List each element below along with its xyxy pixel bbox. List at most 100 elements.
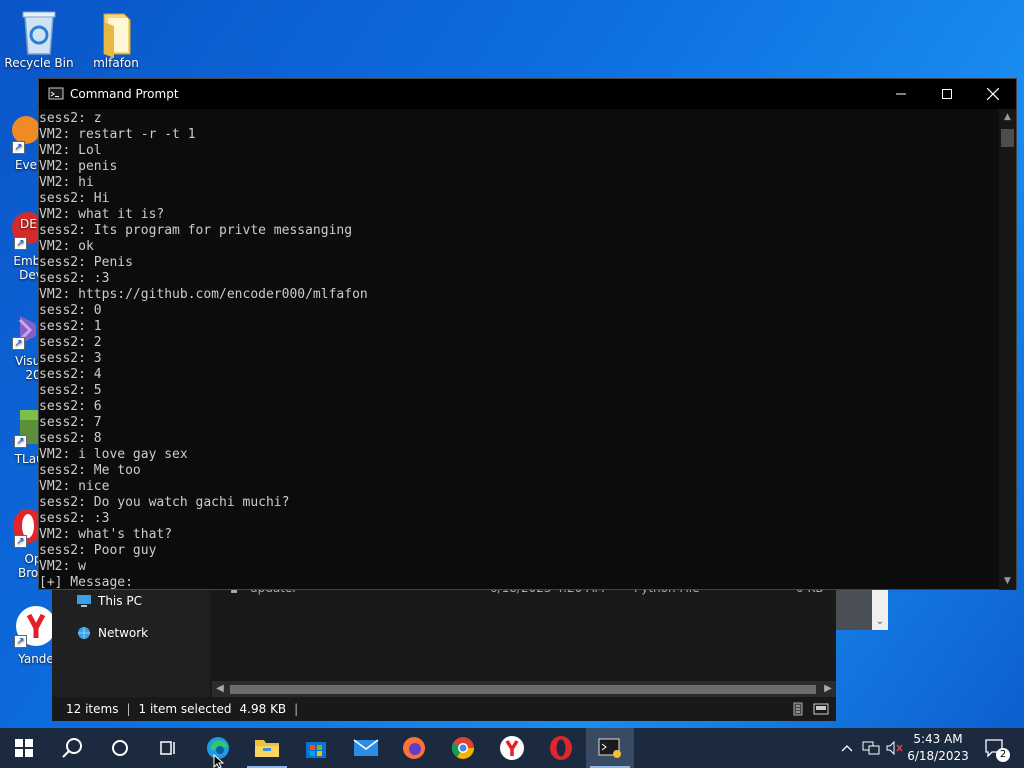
taskbar-store[interactable] xyxy=(292,728,340,768)
nav-item-this-pc[interactable]: This PC xyxy=(76,591,142,611)
status-size: 4.98 KB xyxy=(239,702,287,716)
console-line: VM2: ok xyxy=(39,239,94,254)
shortcut-arrow-icon: ↗ xyxy=(12,337,25,350)
background-window-fragment: ⌄ xyxy=(836,588,888,630)
console-line: VM2: https://github.com/encoder000/mlfaf… xyxy=(39,287,368,302)
opera-browser-icon: ↗ xyxy=(0,504,43,548)
chrome-icon xyxy=(451,737,474,759)
console-line: VM2: restart -r -t 1 xyxy=(39,127,196,142)
cortana-icon xyxy=(112,740,128,756)
taskbar-opera[interactable] xyxy=(537,728,585,768)
taskbar-mail[interactable] xyxy=(342,728,390,768)
volume-muted-icon xyxy=(886,741,903,755)
chevron-up-icon xyxy=(841,745,853,752)
scroll-thumb[interactable] xyxy=(230,685,816,694)
minimize-icon xyxy=(896,93,906,95)
clock-time: 5:43 AM xyxy=(913,732,963,746)
console-line: sess2: 4 xyxy=(39,367,102,382)
scroll-left-icon[interactable]: ◀ xyxy=(212,681,228,697)
search-button[interactable] xyxy=(48,728,96,768)
command-prompt-icon xyxy=(48,86,64,102)
microsoft-store-icon xyxy=(306,742,326,758)
windows-logo-icon xyxy=(15,739,33,757)
file-explorer-window: This PC Network ▪ updater 6/18/2023 4:20… xyxy=(52,581,836,721)
action-center-button[interactable]: 2 xyxy=(980,728,1010,768)
folder-icon xyxy=(94,8,138,58)
taskbar-firefox[interactable] xyxy=(390,728,438,768)
mouse-cursor-icon xyxy=(213,754,225,768)
console-line: sess2: Hi xyxy=(39,191,110,206)
taskbar-yandex[interactable] xyxy=(488,728,536,768)
firefox-icon xyxy=(403,737,425,759)
desktop-icon-mlfafon[interactable]: mlfafon xyxy=(78,8,154,70)
console-line: sess2: Me too xyxy=(39,463,141,478)
console-line: sess2: Penis xyxy=(39,255,133,270)
taskbar-clock[interactable]: 5:43 AM 6/18/2023 xyxy=(906,731,970,765)
close-button[interactable] xyxy=(970,79,1016,109)
cmd-console-output[interactable]: sess2: z VM2: restart -r -t 1 VM2: Lol VM2:… xyxy=(39,109,1000,590)
show-hidden-icons-button[interactable] xyxy=(836,728,858,768)
taskbar-chrome[interactable] xyxy=(439,728,487,768)
shortcut-arrow-icon: ↗ xyxy=(14,435,27,448)
taskbar-file-explorer[interactable] xyxy=(243,728,291,768)
console-line: sess2: 6 xyxy=(39,399,102,414)
maximize-button[interactable] xyxy=(924,79,970,109)
task-view-icon xyxy=(160,741,175,755)
shortcut-arrow-icon: ↗ xyxy=(14,237,27,250)
status-selected: 1 item selected xyxy=(138,702,232,716)
scroll-right-icon[interactable]: ▶ xyxy=(820,681,836,697)
clock-date: 6/18/2023 xyxy=(907,749,969,763)
console-line: VM2: what it is? xyxy=(39,207,165,222)
large-icons-view-icon[interactable] xyxy=(813,701,829,717)
file-explorer-icon xyxy=(255,740,279,757)
tlauncher-icon: ↗ xyxy=(0,404,42,448)
scroll-down-icon[interactable]: ⌄ xyxy=(872,588,888,630)
taskbar-command-prompt[interactable] xyxy=(586,728,634,768)
shortcut-arrow-icon: ↗ xyxy=(14,535,27,548)
scroll-thumb[interactable] xyxy=(1001,129,1014,147)
console-line: VM2: hi xyxy=(39,175,94,190)
console-line: sess2: :3 xyxy=(39,271,110,286)
status-item-count: 12 items xyxy=(66,702,119,716)
details-view-icon[interactable] xyxy=(790,701,806,717)
scroll-up-icon[interactable]: ▲ xyxy=(999,109,1016,126)
console-line: sess2: :3 xyxy=(39,511,110,526)
console-line: sess2: 0 xyxy=(39,303,102,318)
console-line: sess2: Poor guy xyxy=(39,543,157,558)
shortcut-arrow-icon: ↗ xyxy=(14,635,27,648)
opera-icon xyxy=(550,736,572,760)
console-line: sess2: 7 xyxy=(39,415,102,430)
cortana-button[interactable] xyxy=(96,728,144,768)
horizontal-scrollbar[interactable]: ◀ ▶ xyxy=(212,681,836,697)
console-line: sess2: 5 xyxy=(39,383,102,398)
nav-item-label: Network xyxy=(98,626,149,640)
network-tray-button[interactable] xyxy=(860,728,882,768)
console-line: VM2: Lol xyxy=(39,143,102,158)
vertical-scrollbar[interactable]: ▲ ▼ xyxy=(999,109,1016,590)
desktop-icon-recycle-bin[interactable]: Recycle Bin xyxy=(1,8,77,70)
yandex-browser-icon xyxy=(500,736,524,760)
console-line: sess2: 2 xyxy=(39,335,102,350)
taskbar: 5:43 AM 6/18/2023 2 xyxy=(0,728,1024,768)
start-button[interactable] xyxy=(0,728,48,768)
svg-text:DE: DE xyxy=(20,217,37,231)
console-line: sess2: 8 xyxy=(39,431,102,446)
embarcadero-dev-cpp-icon: DE ↗ xyxy=(0,206,44,250)
visual-studio-icon: ↗ xyxy=(0,306,40,350)
minimize-button[interactable] xyxy=(878,79,924,109)
command-prompt-window[interactable]: Command Prompt sess2: z VM2: restart -r -… xyxy=(38,78,1017,590)
network-tray-icon xyxy=(862,741,880,755)
console-line: [+] Message: xyxy=(39,575,141,590)
console-line: sess2: 1 xyxy=(39,319,102,334)
console-lines: sess2: z VM2: restart -r -t 1 VM2: Lol VM2:… xyxy=(39,111,368,590)
scroll-down-icon[interactable]: ▼ xyxy=(999,573,1016,590)
console-line: sess2: 3 xyxy=(39,351,102,366)
console-line: sess2: Its program for privte messanging xyxy=(39,223,353,238)
everything-search-icon: ↗ xyxy=(0,110,40,154)
task-view-button[interactable] xyxy=(144,728,192,768)
volume-tray-button[interactable] xyxy=(884,728,906,768)
cmd-title-bar[interactable]: Command Prompt xyxy=(39,79,1016,109)
nav-item-network[interactable]: Network xyxy=(76,623,148,643)
desktop-icon-label: Recycle Bin xyxy=(4,56,74,70)
maximize-icon xyxy=(942,89,952,99)
